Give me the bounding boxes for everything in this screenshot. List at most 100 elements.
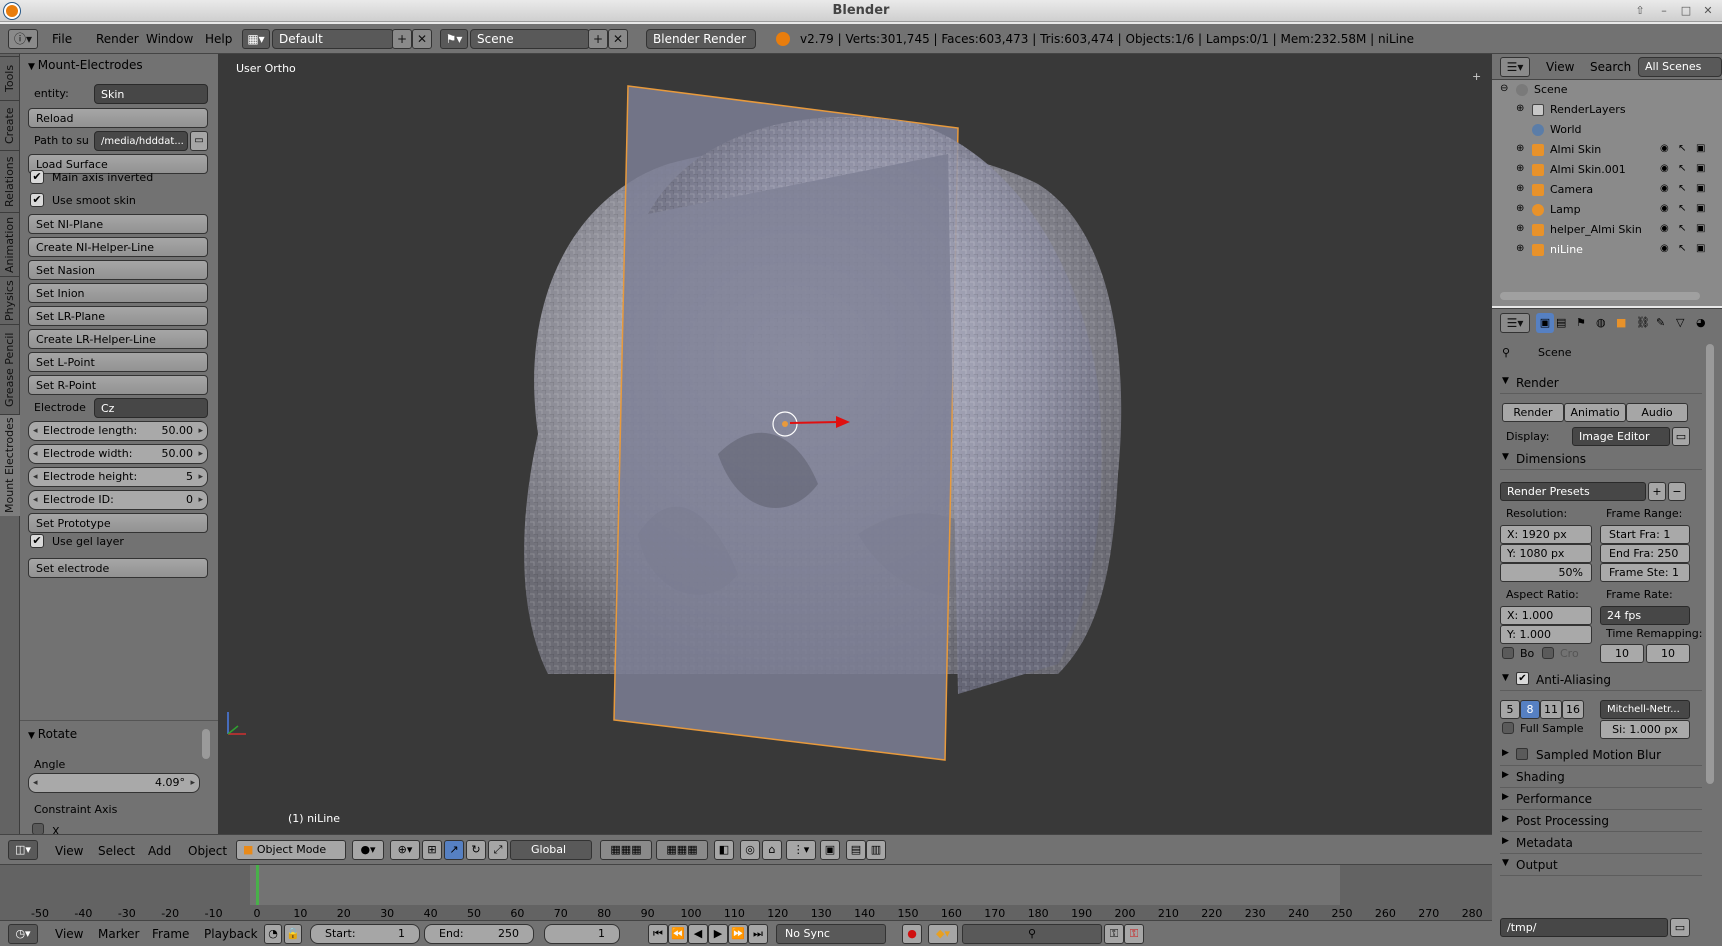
modifiers-tab-icon[interactable]: ✎ xyxy=(1656,313,1665,333)
world-tab-icon[interactable]: ◍ xyxy=(1596,313,1606,333)
current-frame-marker[interactable] xyxy=(256,865,259,905)
start-frame-field[interactable]: Start Fra: 1 xyxy=(1600,525,1690,544)
set-lr-plane-button[interactable]: Set LR-Plane xyxy=(28,306,208,326)
expand-icon[interactable]: ⊕ xyxy=(1516,103,1524,114)
menu-window[interactable]: Window xyxy=(146,32,193,46)
expand-icon[interactable]: ⊕ xyxy=(1516,203,1524,214)
increment-icon[interactable]: ▸ xyxy=(198,468,203,486)
path-field[interactable]: /media/hdddat... xyxy=(94,131,188,151)
collapse-icon[interactable]: ⊖ xyxy=(1500,83,1508,94)
play-reverse-icon[interactable]: ◀ xyxy=(688,924,708,944)
layout-field[interactable]: Default xyxy=(272,29,394,49)
anim-render-icon[interactable]: ▥ xyxy=(866,840,886,860)
render-engine-select[interactable]: Blender Render xyxy=(646,29,756,49)
record-icon[interactable]: ● xyxy=(902,924,922,944)
scene-tab-icon[interactable]: ⚑ xyxy=(1576,313,1586,333)
decrement-icon[interactable]: ◂ xyxy=(33,422,38,440)
aa-sample-16[interactable]: 16 xyxy=(1562,700,1584,719)
render-button[interactable]: Render xyxy=(1502,403,1564,422)
select-menu[interactable]: Select xyxy=(98,844,135,858)
view-menu[interactable]: View xyxy=(55,844,83,858)
cursor-icon[interactable]: ↖ xyxy=(1678,203,1686,214)
delete-layout-icon[interactable]: ✕ xyxy=(412,29,432,49)
tab-physics[interactable]: Physics xyxy=(0,276,20,324)
translate-icon[interactable]: ↗ xyxy=(444,840,464,860)
current-frame-field[interactable]: 1 xyxy=(544,924,620,944)
aa-sample-11[interactable]: 11 xyxy=(1540,700,1562,719)
reload-button[interactable]: Reload xyxy=(28,108,208,128)
res-percent-field[interactable]: 50% xyxy=(1500,563,1592,582)
start-frame-field[interactable]: Start: 1 xyxy=(310,924,420,944)
render-toggle-icon[interactable]: ▣ xyxy=(1696,163,1705,174)
eye-icon[interactable]: ◉ xyxy=(1660,143,1669,154)
timeline[interactable]: -50 -40 -30 -20 -10 0 10 20 30 40 50 60 70 80 90 100 110… xyxy=(0,864,1492,920)
play-icon[interactable]: ▶ xyxy=(708,924,728,944)
outliner-row-almi-skin[interactable]: ⊕ Almi Skin ◉ ↖ ▣ xyxy=(1492,140,1712,160)
outliner-view-menu[interactable]: View xyxy=(1546,60,1574,74)
menu-help[interactable]: Help xyxy=(205,32,232,46)
aa-sample-8[interactable]: 8 xyxy=(1520,700,1540,719)
eye-icon[interactable]: ◉ xyxy=(1660,223,1669,234)
tab-mount-electrodes[interactable]: Mount Electrodes xyxy=(0,414,20,516)
tab-create[interactable]: Create xyxy=(0,100,20,150)
expand-icon[interactable]: ⊕ xyxy=(1516,163,1524,174)
layers-tab-icon[interactable]: ▤ xyxy=(1556,313,1566,333)
shading-section[interactable]: ▶ Shading xyxy=(1500,766,1702,788)
electrode-id-field[interactable]: ◂ Electrode ID: 0 ▸ xyxy=(28,490,208,510)
motion-blur-checkbox[interactable] xyxy=(1516,748,1528,760)
minimize-icon[interactable]: – xyxy=(1656,3,1672,19)
marker-menu[interactable]: Marker xyxy=(98,927,139,941)
render-section[interactable]: ▼ Render xyxy=(1500,372,1702,394)
expand-icon[interactable]: ⊕ xyxy=(1516,183,1524,194)
electrode-height-field[interactable]: ◂ Electrode height: 5 ▸ xyxy=(28,467,208,487)
output-section[interactable]: ▼ Output xyxy=(1500,854,1702,876)
remap-new-field[interactable]: 10 xyxy=(1646,644,1690,663)
expand-icon[interactable]: ⊕ xyxy=(1516,223,1524,234)
proportional-icon[interactable]: ◎ xyxy=(740,840,760,860)
post-processing-section[interactable]: ▶ Post Processing xyxy=(1500,810,1702,832)
output-folder-icon[interactable]: ▭ xyxy=(1670,918,1690,937)
aspect-x-field[interactable]: X: 1.000 xyxy=(1500,606,1592,625)
metadata-section[interactable]: ▶ Metadata xyxy=(1500,832,1702,854)
output-path-field[interactable]: /tmp/ xyxy=(1500,918,1668,937)
outliner-row-scene[interactable]: ⊖ Scene xyxy=(1492,80,1712,100)
increment-icon[interactable]: ▸ xyxy=(190,774,195,792)
render-toggle-icon[interactable]: ▣ xyxy=(1696,203,1705,214)
constraints-tab-icon[interactable]: ⛓ xyxy=(1636,313,1650,333)
timeline-type-icon[interactable]: ◷▾ xyxy=(8,924,38,944)
set-electrode-button[interactable]: Set electrode xyxy=(28,558,208,578)
res-y-field[interactable]: Y: 1080 px xyxy=(1500,544,1592,563)
cursor-icon[interactable]: ↖ xyxy=(1678,183,1686,194)
info-editor-type-icon[interactable]: ⓘ▾ xyxy=(8,29,38,49)
outliner-row-niline[interactable]: ⊕ niLine ◉ ↖ ▣ xyxy=(1492,240,1712,260)
pin-icon[interactable]: ⚲ xyxy=(1502,346,1510,359)
set-prototype-button[interactable]: Set Prototype xyxy=(28,513,208,533)
add-preset-icon[interactable]: + xyxy=(1648,482,1666,501)
head-mesh[interactable] xyxy=(218,54,1492,834)
properties-type-icon[interactable]: ☰▾ xyxy=(1500,313,1530,333)
scene-icon[interactable]: ⚑▾ xyxy=(440,29,468,49)
set-nasion-button[interactable]: Set Nasion xyxy=(28,260,208,280)
gel-layer-checkbox[interactable]: ✔ xyxy=(30,534,44,548)
insert-keyframe-icon[interactable]: ⚿ xyxy=(1104,924,1124,944)
object-menu[interactable]: Object xyxy=(188,844,227,858)
audio-button[interactable]: Audio xyxy=(1626,403,1688,422)
increment-icon[interactable]: ▸ xyxy=(198,491,203,509)
expand-icon[interactable]: ⊕ xyxy=(1516,243,1524,254)
frame-menu[interactable]: Frame xyxy=(152,927,189,941)
tab-relations[interactable]: Relations xyxy=(0,150,20,212)
increment-icon[interactable]: ▸ xyxy=(198,422,203,440)
render-preview-icon[interactable]: ▣ xyxy=(820,840,840,860)
tab-animation[interactable]: Animation xyxy=(0,212,20,276)
cursor-icon[interactable]: ↖ xyxy=(1678,223,1686,234)
local-layer-icon[interactable]: ◧ xyxy=(714,840,734,860)
panel-title[interactable]: ▼ Mount-Electrodes xyxy=(28,58,143,72)
eye-icon[interactable]: ◉ xyxy=(1660,203,1669,214)
rotate-panel-title[interactable]: ▼ Rotate xyxy=(28,727,77,741)
animation-button[interactable]: Animatio xyxy=(1564,403,1626,422)
material-tab-icon[interactable]: ◕ xyxy=(1696,313,1706,333)
outliner-row-camera[interactable]: ⊕ Camera ◉ ↖ ▣ xyxy=(1492,180,1712,200)
eye-icon[interactable]: ◉ xyxy=(1660,243,1669,254)
outliner-scrollbar[interactable] xyxy=(1500,292,1700,300)
editor-type-icon[interactable]: ◫▾ xyxy=(8,840,38,860)
